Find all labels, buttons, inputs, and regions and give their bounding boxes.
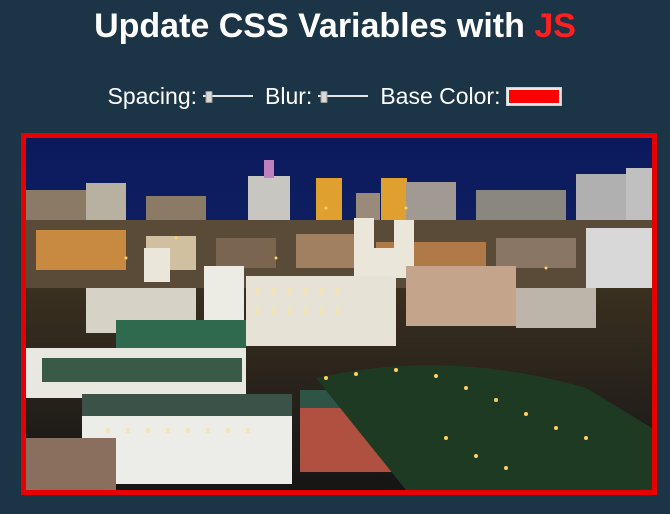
- blur-label: Blur:: [265, 82, 313, 109]
- blur-slider-thumb[interactable]: [320, 91, 328, 103]
- title-main: Update CSS Variables with: [94, 7, 535, 45]
- blur-slider[interactable]: [318, 89, 369, 103]
- base-color-label: Base Color:: [380, 82, 501, 109]
- blur-control: Blur:: [265, 82, 369, 110]
- spacing-slider[interactable]: [203, 89, 254, 103]
- spacing-slider-thumb[interactable]: [205, 91, 213, 103]
- city-photo: [26, 138, 652, 490]
- base-color-picker[interactable]: [506, 86, 563, 106]
- spacing-control: Spacing:: [108, 83, 254, 110]
- base-color-control: Base Color:: [380, 82, 563, 110]
- spacing-label: Spacing:: [107, 82, 198, 109]
- base-color-swatch: [509, 89, 560, 103]
- city-photo-frame: [21, 133, 657, 495]
- title-highlight: JS: [534, 7, 576, 45]
- page-title: Update CSS Variables with JS: [0, 6, 670, 46]
- controls-bar: Spacing: Blur: Base Color:: [0, 80, 670, 112]
